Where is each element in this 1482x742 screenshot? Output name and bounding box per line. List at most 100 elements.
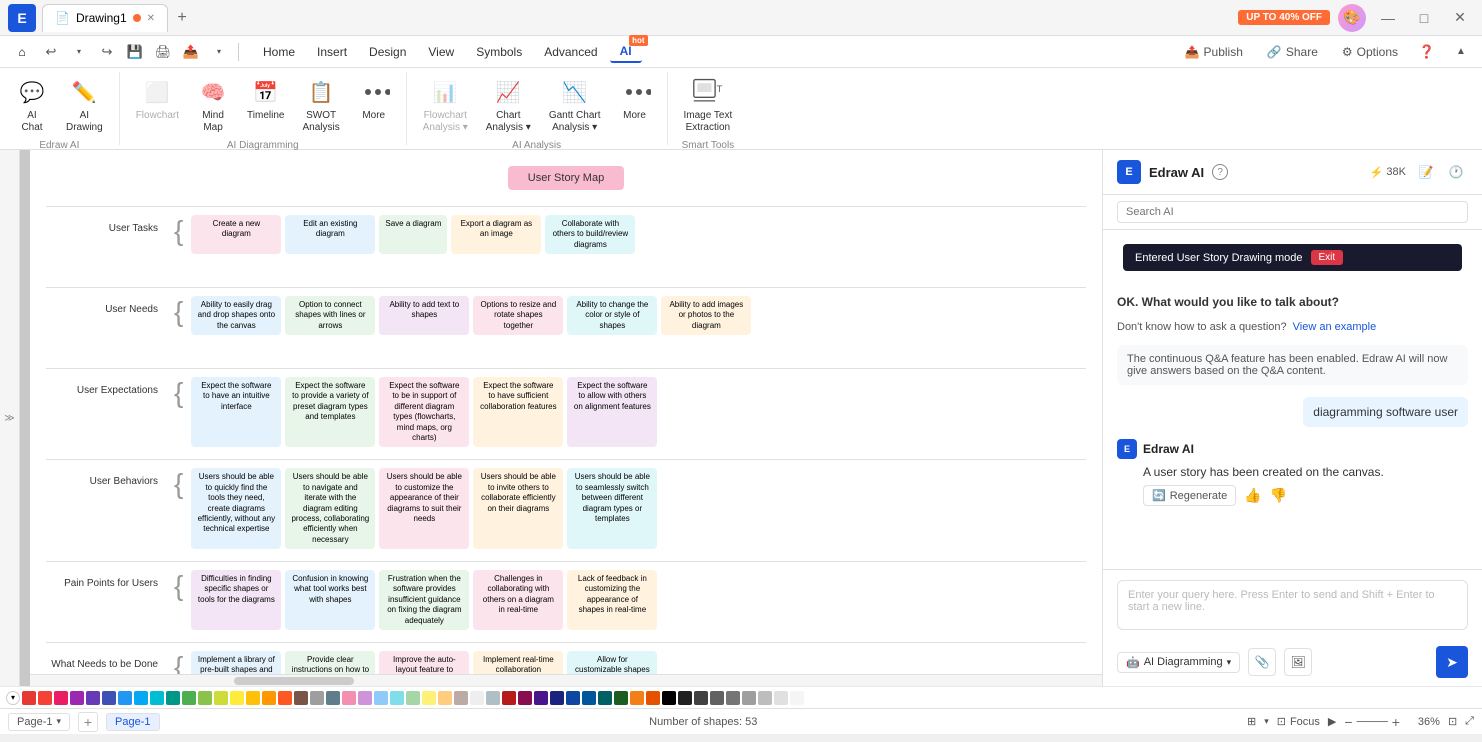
need-card-2[interactable]: Option to connect shapes with lines or a… — [285, 296, 375, 335]
ai-drawing-button[interactable]: ✏️ AIDrawing — [58, 72, 111, 138]
options-button[interactable]: ⚙ Options — [1334, 42, 1406, 62]
redo-button[interactable]: ↪ — [94, 39, 120, 65]
what-card-4[interactable]: Implement real-time collaboration functi… — [473, 651, 563, 674]
palette-color-ffeb3b[interactable] — [230, 691, 244, 705]
chat-search-input[interactable] — [1117, 201, 1468, 223]
home-nav-button[interactable]: ⌂ — [8, 38, 36, 66]
beh-card-1[interactable]: Users should be able to quickly find the… — [191, 468, 281, 549]
palette-color-1a237e[interactable] — [550, 691, 564, 705]
exit-mode-button[interactable]: Exit — [1311, 250, 1344, 265]
menu-advanced[interactable]: Advanced — [534, 42, 607, 62]
zoom-in-button[interactable]: + — [1392, 714, 1400, 730]
need-card-3[interactable]: Ability to add text to shapes — [379, 296, 469, 335]
palette-color-00bcd4[interactable] — [150, 691, 164, 705]
view-example-link[interactable]: View an example — [1293, 321, 1377, 333]
regenerate-button[interactable]: 🔄 Regenerate — [1143, 485, 1236, 506]
palette-color-1b5e20[interactable] — [614, 691, 628, 705]
palette-color-673ab7[interactable] — [86, 691, 100, 705]
minimize-button[interactable]: — — [1374, 4, 1402, 32]
drawing-tab[interactable]: 📄 Drawing1 ✕ — [42, 4, 168, 32]
timeline-button[interactable]: 📅 Timeline — [239, 72, 292, 126]
zoom-slider[interactable]: ──── — [1357, 716, 1388, 728]
need-card-4[interactable]: Options to resize and rotate shapes toge… — [473, 296, 563, 335]
promo-badge[interactable]: UP TO 40% OFF — [1238, 10, 1330, 25]
palette-color-4caf50[interactable] — [182, 691, 196, 705]
thumbs-down-button[interactable]: 👎 — [1270, 487, 1287, 504]
canvas-scrollbar-h[interactable] — [30, 674, 1102, 686]
what-card-1[interactable]: Implement a library of pre-built shapes … — [191, 651, 281, 674]
palette-color-006064[interactable] — [598, 691, 612, 705]
palette-color-757575[interactable] — [726, 691, 740, 705]
menu-symbols[interactable]: Symbols — [466, 42, 532, 62]
layers-dropdown[interactable]: ▾ — [1264, 716, 1269, 727]
palette-color-2196f3[interactable] — [118, 691, 132, 705]
palette-color-616161[interactable] — [710, 691, 724, 705]
left-panel-toggle[interactable]: ≫ — [0, 150, 20, 686]
export-button[interactable]: 📤 — [178, 39, 204, 65]
mind-map-button[interactable]: 🧠 MindMap — [189, 72, 237, 138]
palette-color-e53935[interactable] — [22, 691, 36, 705]
exp-card-1[interactable]: Expect the software to have an intuitive… — [191, 377, 281, 447]
palette-color-880e4f[interactable] — [518, 691, 532, 705]
palette-color-212121[interactable] — [678, 691, 692, 705]
new-tab-button[interactable]: + — [170, 6, 194, 30]
menu-design[interactable]: Design — [359, 42, 416, 62]
palette-color-e65100[interactable] — [646, 691, 660, 705]
beh-card-5[interactable]: Users should be able to seamlessly switc… — [567, 468, 657, 549]
palette-color-9e9e9e[interactable] — [742, 691, 756, 705]
chat-send-button[interactable]: ➤ — [1436, 646, 1468, 678]
ai-chat-button[interactable]: 💬 AIChat — [8, 72, 56, 138]
palette-color-ffc107[interactable] — [246, 691, 260, 705]
need-card-6[interactable]: Ability to add images or photos to the d… — [661, 296, 751, 335]
palette-color-bdbdbd[interactable] — [758, 691, 772, 705]
chat-image-button[interactable]: 🖼 — [1284, 648, 1312, 676]
play-icon[interactable]: ▶ — [1328, 715, 1336, 728]
task-card-1[interactable]: Create a new diagram — [191, 215, 281, 254]
need-card-1[interactable]: Ability to easily drag and drop shapes o… — [191, 296, 281, 335]
palette-color-f48fb1[interactable] — [342, 691, 356, 705]
scroll-thumb-h[interactable] — [234, 677, 354, 685]
palette-color-eeeeee[interactable] — [470, 691, 484, 705]
page-tab-1[interactable]: Page-1 ▾ — [8, 713, 70, 731]
chat-attachment-button[interactable]: 📎 — [1248, 648, 1276, 676]
canvas-area[interactable]: User Story Map User Tasks { Create a new… — [20, 150, 1102, 686]
menu-home[interactable]: Home — [253, 42, 305, 62]
add-page-button[interactable]: + — [78, 712, 98, 732]
beh-card-2[interactable]: Users should be able to navigate and ite… — [285, 468, 375, 549]
help-button[interactable]: ❓ — [1414, 39, 1440, 65]
palette-color-03a9f4[interactable] — [134, 691, 148, 705]
palette-color-80deea[interactable] — [390, 691, 404, 705]
task-card-3[interactable]: Save a diagram — [379, 215, 447, 254]
page-1-dropdown[interactable]: ▾ — [56, 716, 61, 727]
palette-color-ff9800[interactable] — [262, 691, 276, 705]
palette-color-4a148c[interactable] — [534, 691, 548, 705]
tab-close-button[interactable]: ✕ — [147, 13, 155, 24]
swot-button[interactable]: 📋 SWOTAnalysis — [294, 72, 347, 138]
active-page-tab[interactable]: Page-1 — [106, 713, 159, 731]
chat-history-button[interactable]: 🕐 — [1444, 160, 1468, 184]
what-card-3[interactable]: Improve the auto-layout feature to accur… — [379, 651, 469, 674]
palette-color-3f51b5[interactable] — [102, 691, 116, 705]
palette-color-b0bec5[interactable] — [486, 691, 500, 705]
palette-color-fff176[interactable] — [422, 691, 436, 705]
beh-card-3[interactable]: Users should be able to customize the ap… — [379, 468, 469, 549]
chart-analysis-button[interactable]: 📈 ChartAnalysis ▾ — [478, 72, 539, 138]
focus-button[interactable]: ⊡ Focus — [1277, 715, 1320, 728]
need-card-5[interactable]: Ability to change the color or style of … — [567, 296, 657, 335]
expand-button[interactable]: ⤢ — [1465, 715, 1474, 728]
palette-color-f57f17[interactable] — [630, 691, 644, 705]
export-dropdown[interactable]: ▾ — [206, 39, 232, 65]
ribbon-collapse-button[interactable]: ▲ — [1448, 39, 1474, 65]
menu-ai[interactable]: AI hot — [610, 41, 642, 63]
exp-card-2[interactable]: Expect the software to provide a variety… — [285, 377, 375, 447]
palette-color-8bc34a[interactable] — [198, 691, 212, 705]
palette-color-000000[interactable] — [662, 691, 676, 705]
menu-view[interactable]: View — [418, 42, 464, 62]
thumbs-up-button[interactable]: 👍 — [1244, 487, 1261, 504]
palette-color-ce93d8[interactable] — [358, 691, 372, 705]
color-palette-toggle[interactable]: ▾ — [6, 691, 20, 705]
print-button[interactable]: 🖨 — [150, 39, 176, 65]
palette-color-ff5722[interactable] — [278, 691, 292, 705]
palette-color-795548[interactable] — [294, 691, 308, 705]
task-card-2[interactable]: Edit an existing diagram — [285, 215, 375, 254]
